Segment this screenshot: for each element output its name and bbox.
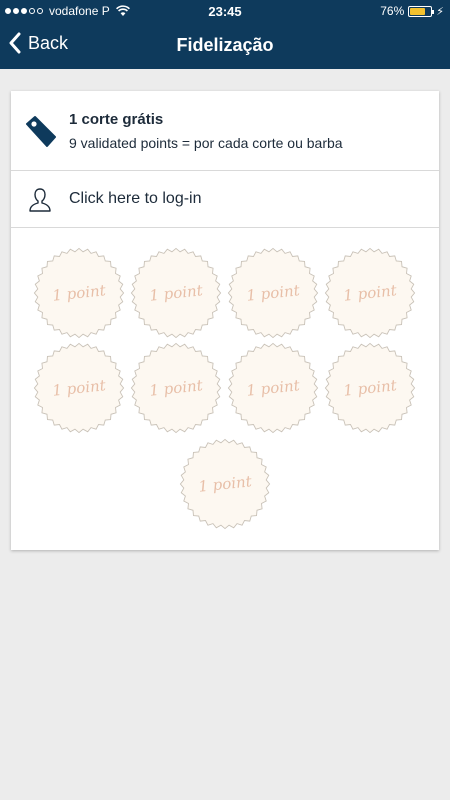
user-icon [29,188,51,212]
charging-bolt-icon: ⚡︎ [436,5,444,18]
loyalty-stamp: 1 point [33,342,125,434]
stamp-label: 1 point [51,281,107,305]
loyalty-stamp: 1 point [130,247,222,339]
page-title: Fidelização [176,35,274,55]
login-label: Click here to log-in [69,190,202,207]
loyalty-stamp: 1 point [179,438,271,530]
status-bar: vodafone P 23:45 76% ⚡︎ [0,0,450,22]
stamp-label: 1 point [245,281,301,305]
stamp-label: 1 point [148,281,204,305]
stamp-label: 1 point [245,376,301,400]
reward-row: 1 corte grátis 9 validated points = por … [11,91,439,171]
stamp-grid: 1 point 1 point 1 point 1 point 1 point 1 poi… [11,228,439,550]
tag-icon [26,116,56,147]
loyalty-stamp: 1 point [324,247,416,339]
status-right: 76% ⚡︎ [380,4,444,18]
app-header: vodafone P 23:45 76% ⚡︎ Back Fidelização [0,0,450,69]
reward-subtitle: 9 validated points = por cada corte ou b… [69,135,343,151]
stamp-label: 1 point [51,376,107,400]
nav-bar: Back Fidelização [0,22,450,69]
reward-title: 1 corte grátis [69,111,164,128]
battery-icon [408,5,435,17]
battery-tip [432,9,435,14]
loyalty-stamp: 1 point [33,247,125,339]
loyalty-stamp: 1 point [227,247,319,339]
battery-fill [410,7,426,15]
stamp-label: 1 point [342,376,398,400]
stamp-label: 1 point [342,281,398,305]
login-row[interactable]: Click here to log-in [11,171,439,228]
loyalty-stamp: 1 point [130,342,222,434]
stamp-label: 1 point [148,376,204,400]
battery-percent: 76% [380,4,405,18]
loyalty-stamp: 1 point [324,342,416,434]
stamp-label: 1 point [197,472,253,496]
loyalty-stamp: 1 point [227,342,319,434]
loyalty-card: 1 corte grátis 9 validated points = por … [11,91,439,550]
